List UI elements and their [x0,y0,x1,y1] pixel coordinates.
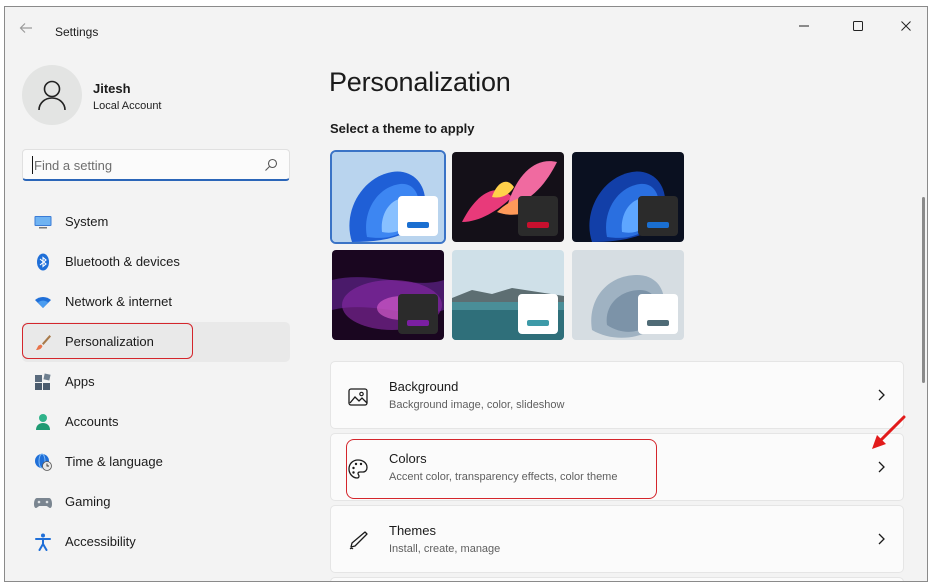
theme-gallery [330,150,686,340]
back-arrow-icon [19,23,32,33]
theme-chip [518,196,558,236]
minimize-button[interactable] [781,11,827,41]
next-card-partial[interactable] [330,577,904,581]
page-title: Personalization [329,67,511,97]
minimize-icon [799,25,809,27]
card-title: Background [389,379,459,394]
app-title: Settings [55,25,99,39]
card-title: Colors [389,451,427,466]
sidebar-item-label: Accessibility [65,534,136,549]
theme-chip [638,196,678,236]
theme-chip [638,294,678,334]
profile-name: Jitesh [93,81,131,96]
sidebar-nav: System Bluetooth & devices Network & int… [22,202,290,562]
person-icon [36,414,50,430]
sidebar-item-label: Bluetooth & devices [65,254,180,269]
theme-tile-captured-motion[interactable] [332,250,444,340]
sidebar-item-apps[interactable]: Apps [22,362,290,402]
scrollbar[interactable] [922,197,925,383]
chevron-right-icon [878,461,885,473]
chevron-right-icon [878,389,885,401]
pen-icon [349,531,368,550]
globe-clock-icon [35,453,52,471]
sidebar-item-label: Accounts [65,414,119,429]
back-button[interactable] [19,21,39,41]
bluetooth-icon [37,253,49,271]
monitor-icon [34,216,52,229]
sidebar-item-label: System [65,214,109,229]
palette-icon [348,459,368,479]
apps-icon [35,373,51,390]
background-card[interactable]: Background Background image, color, slid… [330,361,904,429]
sidebar-item-time-language[interactable]: Time & language [22,442,290,482]
card-subtitle: Background image, color, slideshow [389,399,565,411]
settings-window: Settings Jitesh Local Account Find a set… [4,6,928,582]
theme-chip [518,294,558,334]
sidebar-item-gaming[interactable]: Gaming [22,482,290,522]
theme-tile-windows-light[interactable] [330,150,446,244]
theme-tile-sunrise[interactable] [452,250,564,340]
sidebar-item-label: Apps [65,374,95,389]
sidebar-item-bluetooth[interactable]: Bluetooth & devices [22,242,290,282]
theme-tile-flow[interactable] [572,250,684,340]
paintbrush-icon [36,335,51,350]
search-icon[interactable] [263,157,279,173]
card-title: Themes [389,523,436,538]
sidebar-item-network[interactable]: Network & internet [22,282,290,322]
close-icon [901,21,911,31]
wifi-icon [35,297,51,308]
sidebar-item-label: Network & internet [65,294,172,309]
accessibility-icon [35,533,51,551]
avatar[interactable] [22,65,82,125]
themes-card[interactable]: Themes Install, create, manage [330,505,904,573]
themes-section-label: Select a theme to apply [330,121,475,136]
profile-account-type: Local Account [93,100,162,112]
close-button[interactable] [883,11,927,41]
sidebar-item-accessibility[interactable]: Accessibility [22,522,290,562]
maximize-icon [853,21,863,31]
sidebar-item-personalization[interactable]: Personalization [22,322,290,362]
sidebar-item-accounts[interactable]: Accounts [22,402,290,442]
search-input[interactable] [32,156,252,174]
user-icon [38,80,66,111]
red-arrow-annotation [872,415,906,449]
colors-highlight-box [346,439,657,499]
sidebar-item-label: Time & language [65,454,163,469]
image-icon [348,388,368,406]
maximize-button[interactable] [835,11,881,41]
card-subtitle: Install, create, manage [389,543,501,555]
search-box[interactable] [22,149,290,181]
card-subtitle: Accent color, transparency effects, colo… [389,471,618,483]
gamepad-icon [34,498,52,508]
title-bar: Settings [5,7,927,41]
chevron-right-icon [878,533,885,545]
sidebar-item-label: Personalization [65,334,154,349]
theme-chip [398,294,438,334]
sidebar-item-label: Gaming [65,494,111,509]
theme-chip [398,196,438,236]
theme-tile-glow[interactable] [452,152,564,242]
theme-tile-windows-dark[interactable] [572,152,684,242]
sidebar-item-system[interactable]: System [22,202,290,242]
colors-card[interactable]: Colors Accent color, transparency effect… [330,433,904,501]
